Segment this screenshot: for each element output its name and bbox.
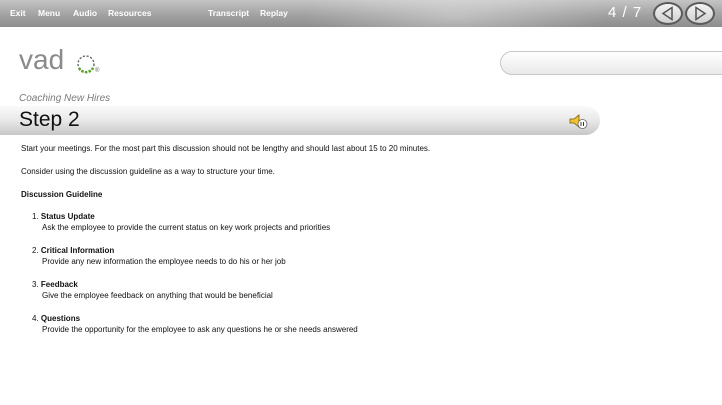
list-item: 3. Feedback Give the employee feedback o… — [32, 280, 273, 300]
item-description: Give the employee feedback on anything t… — [42, 291, 273, 300]
menu-link[interactable]: Menu — [38, 8, 60, 18]
top-toolbar: Exit Menu Audio Resources Transcript Rep… — [0, 0, 722, 27]
item-title: Questions — [40, 314, 81, 323]
registered-mark: ® — [95, 68, 100, 74]
intro-paragraph: Start your meetings. For the most part t… — [21, 144, 431, 153]
logo-text: vad — [19, 44, 65, 75]
exit-link[interactable]: Exit — [10, 8, 26, 18]
audio-speaker-icon[interactable] — [567, 112, 589, 130]
resources-link[interactable]: Resources — [108, 8, 151, 18]
item-number: 2. — [32, 246, 39, 255]
list-item: 2. Critical Information Provide any new … — [32, 246, 286, 266]
item-number: 3. — [32, 280, 39, 289]
course-title: Coaching New Hires — [19, 93, 111, 104]
audio-link[interactable]: Audio — [73, 8, 97, 18]
page-counter: 4 / 7 — [608, 4, 643, 21]
hint-paragraph: Consider using the discussion guideline … — [21, 167, 275, 176]
item-title: Critical Information — [40, 246, 115, 255]
next-page-button[interactable] — [685, 2, 715, 25]
transcript-link[interactable]: Transcript — [208, 8, 249, 18]
next-arrow-icon — [695, 6, 707, 21]
item-description: Ask the employee to provide the current … — [42, 223, 331, 232]
item-title: Status Update — [40, 212, 95, 221]
item-number: 1. — [32, 212, 39, 221]
item-description: Provide the opportunity for the employee… — [42, 325, 358, 334]
guideline-heading: Discussion Guideline — [21, 190, 103, 199]
list-item: 4. Questions Provide the opportunity for… — [32, 314, 358, 334]
logo-o-mark-icon — [77, 55, 95, 74]
prev-arrow-icon — [661, 6, 673, 21]
list-item: 1. Status Update Ask the employee to pro… — [32, 212, 330, 232]
replay-link[interactable]: Replay — [260, 8, 288, 18]
item-description: Provide any new information the employee… — [42, 257, 286, 266]
toolbar-highlight — [290, 0, 620, 27]
item-number: 4. — [32, 314, 39, 323]
previous-page-button[interactable] — [653, 2, 683, 25]
search-field[interactable] — [500, 51, 722, 75]
step-header-bar — [0, 106, 600, 135]
vado-logo: vad — [19, 44, 64, 76]
item-title: Feedback — [40, 280, 78, 289]
step-title: Step 2 — [19, 108, 80, 131]
